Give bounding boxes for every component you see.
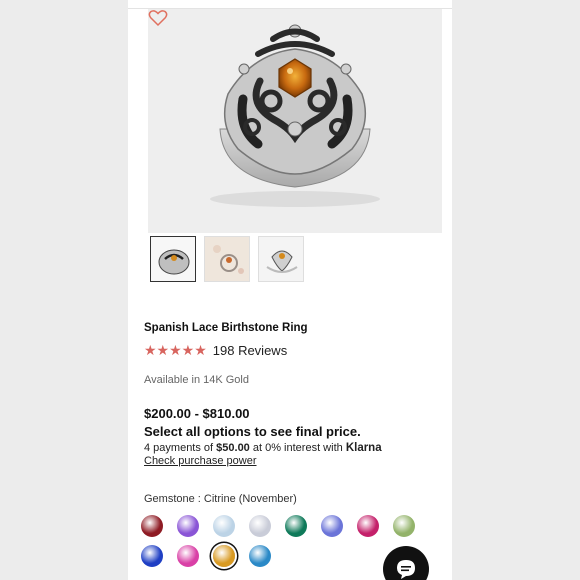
- top-bar: [128, 0, 452, 9]
- gemstone-label: Gemstone : Citrine (November): [144, 493, 297, 505]
- reviews-link[interactable]: 198 Reviews: [213, 343, 287, 358]
- left-gutter: [0, 0, 128, 580]
- select-options-note: Select all options to see final price.: [144, 424, 361, 439]
- gemstone-swatch-garnet[interactable]: [141, 515, 163, 537]
- thumbnail-2[interactable]: [204, 236, 250, 282]
- gemstone-swatch-amethyst[interactable]: [177, 515, 199, 537]
- thumbnail-3[interactable]: [258, 236, 304, 282]
- gemstone-swatch-blue-topaz[interactable]: [249, 545, 271, 567]
- availability-text: Available in 14K Gold: [144, 374, 249, 386]
- klarna-logo: Klarna: [345, 442, 382, 454]
- gemstone-swatch-alexandrite[interactable]: [321, 515, 343, 537]
- product-title: Spanish Lace Birthstone Ring: [144, 322, 308, 334]
- gemstone-swatch-sapphire[interactable]: [141, 545, 163, 567]
- chat-button[interactable]: [383, 546, 429, 580]
- gemstone-swatch-aquamarine[interactable]: [213, 515, 235, 537]
- check-purchase-power-link[interactable]: Check purchase power: [144, 455, 257, 467]
- ring-image: [210, 24, 380, 207]
- gemstone-swatch-diamond[interactable]: [249, 515, 271, 537]
- favorite-heart-icon[interactable]: [148, 9, 168, 27]
- star-rating: ★★★★★: [144, 342, 207, 358]
- price-range: $200.00 - $810.00: [144, 406, 250, 421]
- gemstone-swatch-peridot[interactable]: [393, 515, 415, 537]
- klarna-mid: at 0% interest with: [249, 442, 346, 454]
- gemstone-swatch-ruby[interactable]: [357, 515, 379, 537]
- gemstone-swatch-pink-tourmaline[interactable]: [177, 545, 199, 567]
- chat-bubble-icon: [397, 560, 415, 579]
- right-gutter: [452, 0, 580, 580]
- thumbnail-1[interactable]: [150, 236, 196, 282]
- gemstone-swatch-emerald[interactable]: [285, 515, 307, 537]
- klarna-prefix: 4 payments of: [144, 442, 217, 454]
- gemstone-swatch-citrine[interactable]: [213, 545, 235, 567]
- klarna-amount: $50.00: [216, 442, 250, 454]
- product-page: Spanish Lace Birthstone Ring ★★★★★ 198 R…: [128, 0, 452, 580]
- klarna-installments: 4 payments of $50.00 at 0% interest with…: [144, 442, 382, 454]
- thumbnail-strip: [150, 236, 304, 282]
- rating-row[interactable]: ★★★★★ 198 Reviews: [144, 342, 287, 359]
- product-main-image[interactable]: [148, 9, 442, 233]
